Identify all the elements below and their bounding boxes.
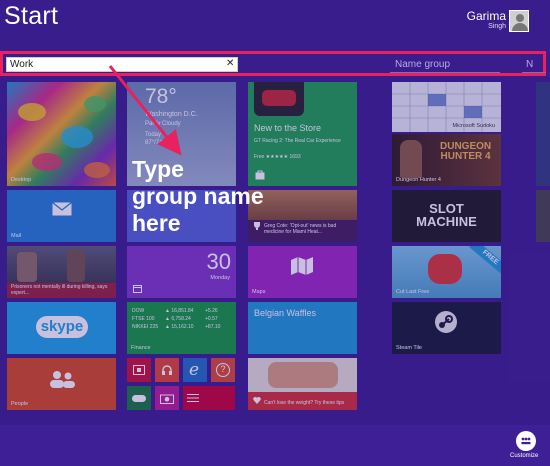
- annotation-arrow: [108, 65, 182, 156]
- steam-icon: [435, 311, 457, 333]
- free-ribbon: FREE: [469, 246, 501, 277]
- clear-icon[interactable]: ✕: [226, 58, 234, 70]
- tile-skype[interactable]: skype: [7, 302, 116, 354]
- map-icon: [291, 257, 313, 275]
- user-first-name[interactable]: Garima: [467, 9, 506, 23]
- avatar[interactable]: [509, 10, 529, 32]
- tile-video[interactable]: [127, 358, 151, 382]
- tile-sudoku-label: Microsoft Sudoku: [452, 123, 496, 129]
- tile-belgian-waffles[interactable]: Belgian Waffles: [248, 302, 357, 354]
- group-name-field-3[interactable]: N: [522, 57, 546, 73]
- calendar-icon: [133, 285, 142, 293]
- list-icon: [187, 394, 199, 402]
- calendar-day: 30: [206, 249, 231, 274]
- tile-dungeon-label: Dungeon Hunter 4: [396, 177, 441, 183]
- tile-photos-text: Prisoners not mentally ill during killin…: [11, 284, 108, 296]
- tile-store[interactable]: New to the Store GT Racing 2: The Real C…: [248, 82, 357, 186]
- headphones-icon: [162, 365, 172, 375]
- customize-icon: [521, 437, 531, 445]
- tile-partial-right[interactable]: [536, 190, 550, 242]
- mail-icon: [52, 202, 72, 216]
- customize-label[interactable]: Customize: [510, 453, 538, 459]
- tile-health-text: Can't lose the weight? Try these tips: [264, 400, 345, 406]
- tile-slot-machine[interactable]: SLOT MACHINE: [392, 190, 501, 242]
- tile-ie[interactable]: e: [183, 358, 207, 382]
- heart-icon: [253, 397, 261, 404]
- tile-people-label: People: [11, 401, 29, 407]
- tile-mail-label: Mail: [11, 233, 22, 239]
- camera-icon: [160, 394, 174, 404]
- tile-photos[interactable]: Prisoners not mentally ill during killin…: [7, 246, 116, 298]
- customize-button[interactable]: [516, 431, 536, 451]
- tile-calendar[interactable]: 30 Monday: [127, 246, 236, 298]
- help-icon: ?: [216, 363, 230, 377]
- skype-logo: skype: [36, 316, 88, 338]
- tile-maps[interactable]: Maps: [248, 246, 357, 298]
- tile-steam[interactable]: Steam Tile: [392, 302, 501, 354]
- tile-finance[interactable]: DOW ▲ 16,851.84 +5.26 FTSE 100 ▲ 6,758.24 +0…: [127, 302, 236, 354]
- slot-machine-logo: SLOT MACHINE: [416, 201, 477, 229]
- tile-health[interactable]: Can't lose the weight? Try these tips: [248, 358, 357, 410]
- tile-mail[interactable]: Mail: [7, 190, 116, 242]
- finance-row: FTSE 100 ▲ 6,758.24 +0.57: [132, 316, 218, 322]
- tile-reading-list[interactable]: [183, 386, 235, 410]
- tile-dungeon-hunter[interactable]: DUNGEON HUNTER 4 Dungeon Hunter 4: [392, 134, 501, 186]
- internet-explorer-icon: e: [189, 360, 200, 380]
- finance-row: NIKKEI 225 ▲ 15,162.10 +87.10: [132, 324, 221, 330]
- tile-cut-the-rope[interactable]: FREE Cut Last Free: [392, 246, 501, 298]
- game-controller-icon: [132, 395, 146, 402]
- dungeon-logo: DUNGEON HUNTER 4: [440, 141, 492, 162]
- tile-help[interactable]: ?: [211, 358, 235, 382]
- start-title: Start: [4, 2, 59, 30]
- video-icon: [133, 365, 145, 375]
- tile-maps-label: Maps: [252, 289, 266, 295]
- finance-row: DOW ▲ 16,851.84 +5.26: [132, 308, 218, 314]
- store-title: New to the Store: [254, 123, 322, 133]
- tile-news-story[interactable]: Greg Cote: 'Opt-out' news is bad medicin…: [248, 190, 357, 242]
- tile-steam-label: Steam Tile: [396, 345, 422, 351]
- app-bar: [0, 425, 550, 466]
- tile-cutrope-label: Cut Last Free: [396, 289, 430, 295]
- annotation-text: Type group name here: [132, 156, 264, 236]
- store-app-thumbnail: [254, 82, 304, 116]
- tile-camera[interactable]: [155, 386, 179, 410]
- tile-news-text: Greg Cote: 'Opt-out' news is bad medicin…: [264, 223, 337, 235]
- calendar-weekday: Monday: [210, 275, 230, 281]
- tile-partial-right[interactable]: [536, 82, 550, 186]
- tile-sudoku[interactable]: Microsoft Sudoku: [392, 82, 501, 132]
- user-last-name[interactable]: Singh: [488, 23, 506, 30]
- tile-games[interactable]: [127, 386, 151, 410]
- group-name-field-2[interactable]: Name group: [390, 57, 500, 73]
- tile-belgian-label: Belgian Waffles: [254, 308, 317, 318]
- people-icon: [50, 371, 75, 388]
- tile-people[interactable]: People: [7, 358, 116, 410]
- tile-music[interactable]: [155, 358, 179, 382]
- tile-finance-label: Finance: [131, 345, 151, 351]
- store-subtitle: GT Racing 2: The Real Car Experience: [254, 138, 341, 144]
- tile-desktop-label: Desktop: [11, 177, 32, 183]
